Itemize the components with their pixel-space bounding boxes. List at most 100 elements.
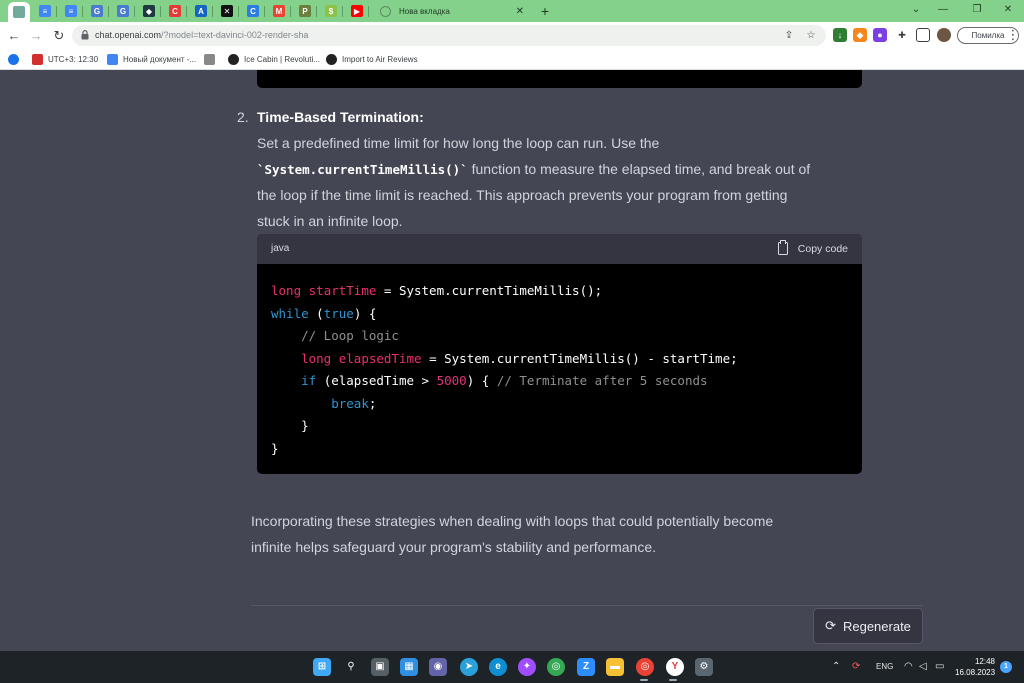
reload-button[interactable]: ↻ — [50, 27, 68, 45]
avatar[interactable] — [937, 28, 951, 42]
bookmark-label: UTC+3: 12:30 — [48, 55, 99, 64]
file-explorer-icon[interactable]: ▬ — [606, 658, 624, 676]
translate-icon: G — [117, 5, 129, 17]
tab-separator — [134, 6, 135, 17]
tab-new-tab[interactable]: Нова вкладка ✕ — [372, 2, 532, 20]
youtube-icon: ▶ — [351, 5, 363, 17]
chevron-down-icon[interactable]: ⌄ — [906, 2, 926, 18]
close-icon[interactable]: ✕ — [516, 6, 524, 17]
tab-capcut[interactable]: ✕ — [216, 2, 239, 20]
taskbar: ⌃ ⟳ ENG ◠ ◁ ▭ 12:48 16.08.2023 1 ⊞ ⚲ ▣ ▦ ◉ ➤ e… — [0, 651, 1024, 683]
restore-button[interactable]: ❐ — [967, 2, 987, 18]
zoom-icon[interactable]: Z — [577, 658, 595, 676]
chrome-icon[interactable]: ◎ — [636, 658, 654, 676]
clock[interactable]: 12:48 16.08.2023 — [955, 656, 995, 678]
minimize-button[interactable]: — — [933, 2, 953, 18]
bookmark-item[interactable] — [8, 53, 24, 66]
yandex-icon[interactable]: Y — [666, 658, 684, 676]
tab-translate[interactable]: G — [112, 2, 135, 20]
tab-shield[interactable]: ◆ — [138, 2, 161, 20]
refresh-icon: ⟳ — [825, 618, 836, 633]
tab-c-logo[interactable]: C — [242, 2, 265, 20]
bookmark-item[interactable]: Ice Cabin | Revoluti... — [228, 53, 320, 66]
clock-time: 12:48 — [974, 657, 995, 666]
tab-translate[interactable]: G — [86, 2, 109, 20]
telegram-icon[interactable]: ➤ — [460, 658, 478, 676]
tab-circle-c[interactable]: C — [164, 2, 187, 20]
chrome-icon[interactable]: ◎ — [547, 658, 565, 676]
tab-docs[interactable]: ≡ — [60, 2, 83, 20]
address-bar[interactable]: chat.openai.com/?model=text-davinci-002-… — [72, 25, 826, 46]
tab-title: Нова вкладка — [399, 6, 450, 16]
bookmark-label: Ice Cabin | Revoluti... — [244, 55, 320, 64]
messenger-icon[interactable]: ✦ — [518, 658, 536, 676]
windows-start-icon[interactable]: ⊞ — [313, 658, 331, 676]
capcut-icon: ✕ — [221, 5, 233, 17]
task-view-icon[interactable]: ▣ — [371, 658, 389, 676]
settings-icon[interactable]: ⚙ — [695, 658, 713, 676]
sync-icon[interactable]: ⟳ — [852, 659, 860, 675]
docs-icon: ≡ — [65, 5, 77, 17]
tab-separator — [342, 6, 343, 17]
c-logo-icon: C — [247, 5, 259, 17]
menu-icon[interactable]: ⋮ — [1004, 26, 1022, 44]
chat-content: 2. Time-Based Termination: Set a predefi… — [0, 70, 1024, 651]
bookmark-label: Import to Air Reviews — [342, 55, 418, 64]
thermometer-extension-icon[interactable]: ↓ — [833, 28, 847, 42]
summary-line: Incorporating these strategies when deal… — [251, 513, 774, 529]
tab-youtube[interactable]: ▶ — [346, 2, 369, 20]
tab-p-logo[interactable]: P — [294, 2, 317, 20]
speaker-icon[interactable]: ◁ — [919, 659, 927, 675]
copy-code-label: Copy code — [797, 242, 848, 255]
battery-icon[interactable]: ▭ — [935, 659, 944, 675]
teams-chat-icon[interactable]: ◉ — [429, 658, 447, 676]
github-icon — [228, 54, 239, 65]
tab-separator — [238, 6, 239, 17]
chevron-up-icon[interactable]: ⌃ — [832, 659, 840, 675]
tab-triangle-a[interactable]: A — [190, 2, 213, 20]
tab-separator — [368, 6, 369, 17]
bookmark-item[interactable] — [204, 53, 220, 66]
regenerate-button[interactable]: ⟳ Regenerate — [813, 608, 923, 644]
browser-toolbar: ← → ↻ chat.openai.com/?model=text-davinc… — [0, 22, 1024, 49]
code-block: java Copy code long startTime = System.c… — [257, 234, 862, 474]
language-indicator[interactable]: ENG — [876, 659, 893, 675]
new-tab-button[interactable]: + — [537, 2, 553, 20]
bookmark-label: Новый документ -... — [123, 55, 197, 64]
url-text: chat.openai.com/?model=text-davinci-002-… — [95, 30, 309, 40]
paragraph-line: the loop if the time limit is reached. T… — [257, 187, 788, 203]
extension-icon[interactable]: ● — [873, 28, 887, 42]
edge-icon[interactable]: e — [489, 658, 507, 676]
bookmark-item[interactable]: UTC+3: 12:30 — [32, 53, 98, 66]
back-button[interactable]: ← — [5, 27, 23, 45]
docs-icon — [107, 54, 118, 65]
star-icon[interactable]: ☆ — [804, 29, 818, 43]
timezone-icon — [32, 54, 43, 65]
tab-separator — [56, 6, 57, 17]
tab-gmail[interactable]: M — [268, 2, 291, 20]
bookmark-item[interactable]: Новый документ -... — [107, 53, 196, 66]
notification-badge[interactable]: 1 — [1000, 661, 1012, 673]
code-text: long startTime = System.currentTimeMilli… — [271, 283, 738, 456]
tab-separator — [212, 6, 213, 17]
regenerate-label: Regenerate — [842, 618, 911, 634]
code-language: java — [271, 243, 290, 254]
wifi-icon[interactable]: ◠ — [904, 659, 913, 675]
tab-chatgpt[interactable] — [8, 2, 30, 22]
metamask-icon[interactable]: ◆ — [853, 28, 867, 42]
tab-separator — [160, 6, 161, 17]
bookmark-item[interactable]: Import to Air Reviews — [326, 53, 418, 66]
tab-dollar[interactable]: $ — [320, 2, 343, 20]
share-icon[interactable]: ⇪ — [782, 29, 796, 43]
widgets-icon[interactable]: ▦ — [400, 658, 418, 676]
forward-button[interactable]: → — [27, 27, 45, 45]
tab-separator — [108, 6, 109, 17]
side-panel-icon[interactable] — [916, 28, 930, 42]
puzzle-icon[interactable]: ✚ — [895, 28, 909, 42]
m-icon — [204, 54, 215, 65]
close-window-button[interactable]: ✕ — [998, 2, 1018, 18]
tab-docs[interactable]: ≡ — [34, 2, 57, 20]
translate-icon: G — [91, 5, 103, 17]
search-icon[interactable]: ⚲ — [342, 658, 360, 676]
copy-code-button[interactable]: Copy code — [777, 240, 848, 255]
